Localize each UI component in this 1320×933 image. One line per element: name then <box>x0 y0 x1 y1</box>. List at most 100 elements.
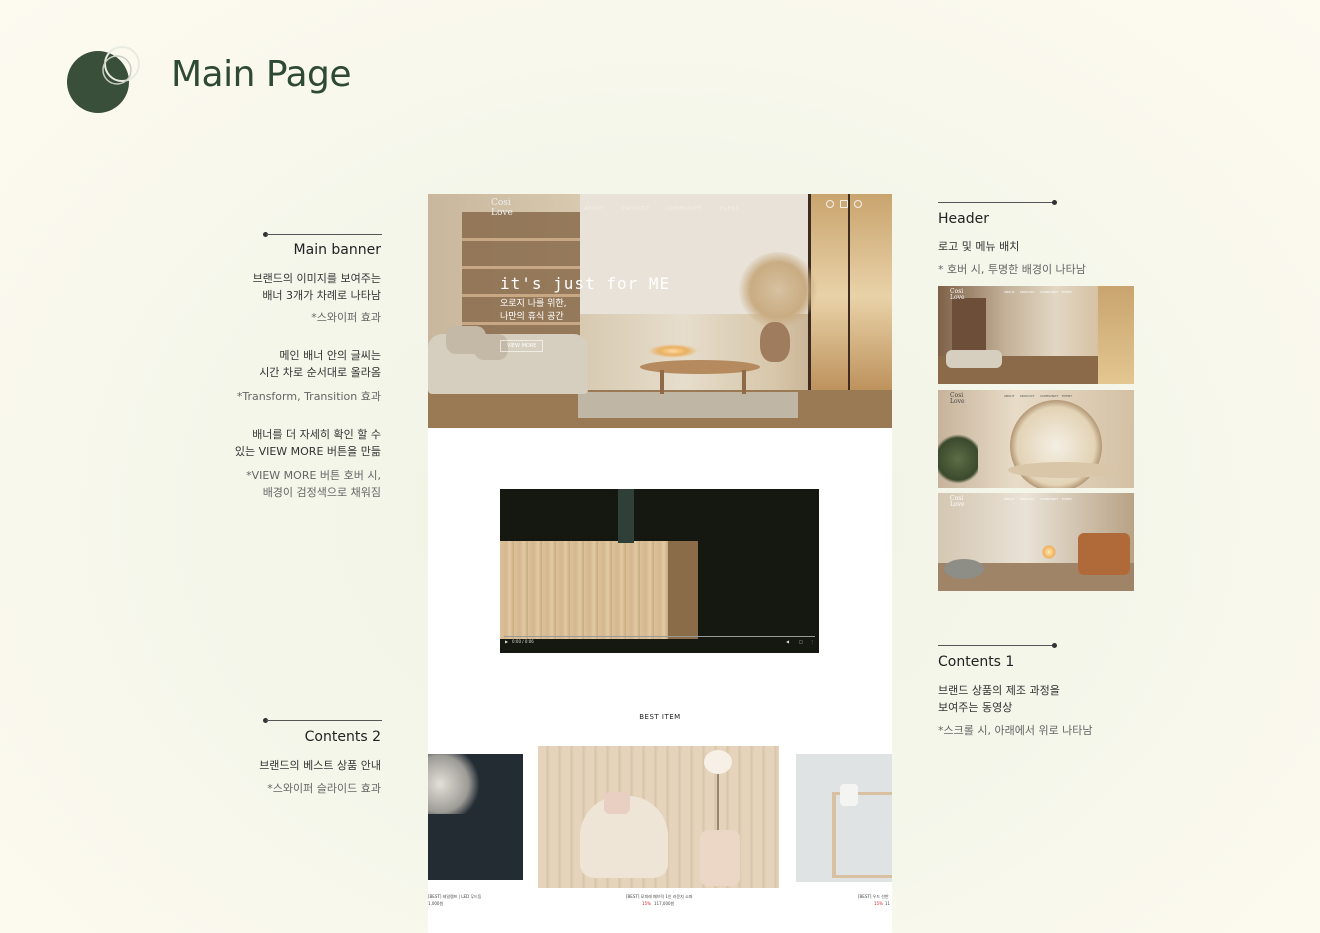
header-thumbnail-3: Cosi Love ABOUT PRODUCT COMMUNITY EVENT <box>938 493 1134 591</box>
header-thumbnail-1: Cosi Love ABOUT PRODUCT COMMUNITY EVENT <box>938 286 1134 384</box>
user-icon[interactable] <box>854 200 862 208</box>
note-line: 배경이 검정색으로 채워짐 <box>262 486 381 499</box>
note-line: *VIEW MORE 버튼 호버 시, <box>246 469 381 482</box>
product-price: 11 <box>885 901 891 906</box>
play-icon[interactable]: ▶ <box>505 639 508 644</box>
banner-window <box>808 194 892 399</box>
nav-product[interactable]: PRODUCT <box>622 206 650 212</box>
desc-line: 브랜드 상품의 제조 과정을 <box>938 684 1060 697</box>
thumb-bed <box>1008 462 1118 478</box>
logo-line: Love <box>950 294 965 301</box>
banner-plant <box>738 252 818 328</box>
logo-line: Love <box>950 398 965 405</box>
annotation-line <box>938 202 1054 203</box>
annotation-line <box>938 645 1054 646</box>
thumb-logo: Cosi Love <box>950 289 965 301</box>
desc-line: 있는 VIEW MORE 버튼을 만듦 <box>234 445 381 458</box>
thumb-nav-community: COMMUNITY <box>1040 497 1059 501</box>
thumb-nav-about: ABOUT <box>1004 497 1015 501</box>
desc-line: 시간 차로 순서대로 올라옴 <box>259 366 381 379</box>
product-name[interactable]: [BEST] 테일램프 | LED 무드등 <box>428 894 481 900</box>
product-name[interactable]: [BEST] 우드 선반 <box>858 894 889 900</box>
thumb-nav-product: PRODUCT <box>1020 394 1035 398</box>
thumb-plant <box>938 430 978 488</box>
thumb-lamp <box>1042 545 1056 559</box>
banner-candles <box>648 344 698 358</box>
more-icon[interactable]: ⋮ <box>810 639 814 644</box>
sub-line: 오로지 나를 위한, <box>500 299 567 309</box>
main-banner-note-2: *Transform, Transition 효과 <box>236 390 381 403</box>
shelf-board <box>462 294 580 297</box>
header-desc: 로고 및 메뉴 배치 <box>938 240 1020 253</box>
chair-pillow <box>604 792 630 814</box>
annotation-dot <box>1052 643 1057 648</box>
contents1-heading: Contents 1 <box>938 654 1015 670</box>
logo-mark-icon <box>67 46 140 113</box>
shelf-board <box>462 238 580 241</box>
contents2-desc: 브랜드의 베스트 상품 안내 <box>259 759 381 772</box>
thumb-nav-event: EVENT <box>1062 394 1072 398</box>
video-blade <box>618 489 634 543</box>
volume-icon[interactable]: ◀ <box>786 639 789 644</box>
nav-event[interactable]: EVENT <box>720 206 739 212</box>
annotation-line <box>266 234 382 235</box>
product-price: 1,000원 <box>428 901 444 906</box>
contents2-note: *스와이퍼 슬라이드 효과 <box>267 782 381 795</box>
thumb-nav-about: ABOUT <box>1004 394 1015 398</box>
thumb-pouf <box>944 559 984 579</box>
product-discount: 15% <box>874 901 883 906</box>
contents1-desc: 브랜드 상품의 제조 과정을 보여주는 동영상 <box>938 682 1060 716</box>
website-mockup: Cosi Love ABOUT PRODUCT COMMUNITY EVENT … <box>428 194 892 933</box>
main-banner-desc-2: 메인 배너 안의 글씨는 시간 차로 순서대로 올라옴 <box>180 347 381 381</box>
thumb-nav-community: COMMUNITY <box>1040 290 1059 294</box>
thumb-nav-event: EVENT <box>1062 290 1072 294</box>
thumb-window <box>1098 286 1134 384</box>
thumb-nav-event: EVENT <box>1062 497 1072 501</box>
header-thumbnail-2: Cosi Love ABOUT PRODUCT COMMUNITY EVENT <box>938 390 1134 488</box>
site-logo[interactable]: Cosi Love <box>491 198 513 218</box>
thumb-logo: Cosi Love <box>950 393 965 405</box>
nav-community[interactable]: COMMUNITY <box>666 206 702 212</box>
sub-line: 나만의 휴식 공간 <box>500 312 564 322</box>
main-banner-heading: Main banner <box>293 242 381 258</box>
process-video[interactable]: ▶ 0:00 / 0:06 ◀ □ ⋮ <box>500 489 819 653</box>
thumb-logo: Cosi Love <box>950 496 965 508</box>
desc-line: 보여주는 동영상 <box>938 701 1013 714</box>
best-item-title: BEST ITEM <box>639 713 681 721</box>
header-note: * 호버 시, 투명한 배경이 나타남 <box>938 263 1086 276</box>
video-wood-block <box>500 541 668 639</box>
banner-headline: it's just for ME <box>500 274 671 293</box>
main-banner-note-3: *VIEW MORE 버튼 호버 시, 배경이 검정색으로 채워짐 <box>180 467 381 501</box>
shelf-board <box>462 266 580 269</box>
main-banner-desc-3: 배너를 더 자세히 확인 할 수 있는 VIEW MORE 버튼을 만듦 <box>180 426 381 460</box>
desc-line: 메인 배너 안의 글씨는 <box>279 349 381 362</box>
cart-icon[interactable] <box>840 200 848 208</box>
search-icon[interactable] <box>826 200 834 208</box>
logo-line: Love <box>950 501 965 508</box>
thumb-nav-product: PRODUCT <box>1020 497 1035 501</box>
logo-line: Love <box>491 208 513 218</box>
header-heading: Header <box>938 211 989 227</box>
product-name[interactable]: [BEST] 모피레 패브릭 1인 라운지 소파 <box>626 894 692 900</box>
fullscreen-icon[interactable]: □ <box>799 639 803 644</box>
product-lamp <box>428 754 488 814</box>
table-leg <box>742 370 746 394</box>
contents1-note: *스크롤 시, 아래에서 위로 나타남 <box>938 724 1093 737</box>
product-lamp-shade <box>704 750 732 774</box>
main-banner[interactable]: Cosi Love ABOUT PRODUCT COMMUNITY EVENT … <box>428 194 892 428</box>
annotation-dot <box>1052 200 1057 205</box>
table-leg <box>660 370 664 394</box>
thumb-nav-about: ABOUT <box>1004 290 1015 294</box>
window-frame <box>848 194 850 399</box>
video-progress-bar[interactable] <box>504 636 815 637</box>
view-more-button[interactable]: VIEW MORE <box>500 340 544 352</box>
product-side-table <box>700 830 740 886</box>
banner-subtext: 오로지 나를 위한, 나만의 휴식 공간 <box>500 298 567 324</box>
main-banner-desc: 브랜드의 이미지를 보여주는 배너 3개가 차례로 나타남 <box>180 270 381 304</box>
thumb-sofa <box>946 350 1002 368</box>
thumb-nav-product: PRODUCT <box>1020 290 1035 294</box>
page-title: Main Page <box>171 54 352 95</box>
banner-rug <box>578 392 798 418</box>
product-discount: 15% <box>642 901 651 906</box>
nav-about[interactable]: ABOUT <box>584 206 604 212</box>
